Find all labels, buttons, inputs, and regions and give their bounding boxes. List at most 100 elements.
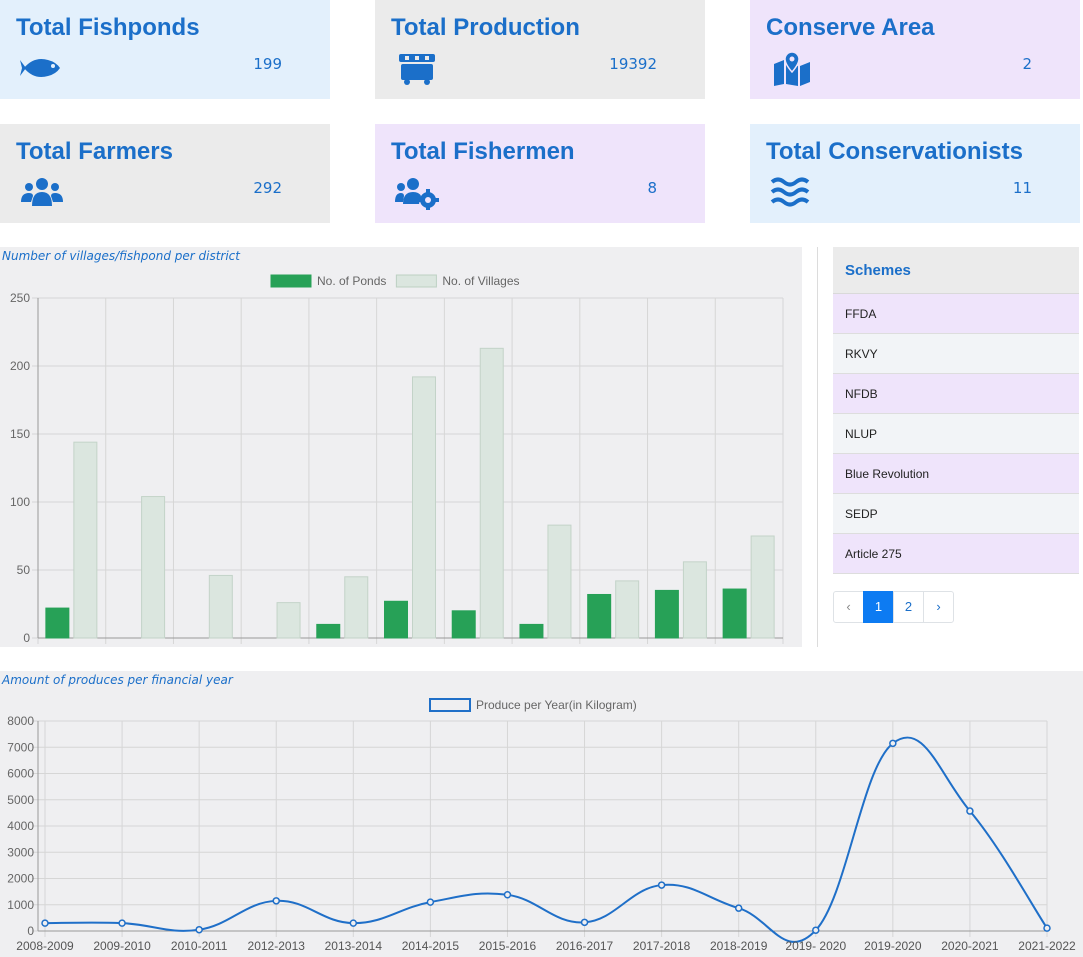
data-point — [41, 919, 49, 927]
bar-villages — [276, 602, 301, 639]
scheme-item[interactable]: NFDB — [833, 374, 1079, 414]
bar-villages — [479, 347, 504, 639]
bar-ponds — [45, 607, 70, 639]
legend-label: Produce per Year(in Kilogram) — [476, 698, 637, 712]
card-value: 199 — [253, 55, 282, 73]
x-tick-label: Siaha — [734, 646, 765, 647]
x-tick-label: 2010-2011 — [171, 939, 228, 953]
data-point — [118, 919, 126, 927]
card-total-fishermen: Total Fishermen 8 — [375, 124, 705, 223]
x-tick-label: 2008-2009 — [16, 939, 74, 953]
x-tick-label: 2012-2013 — [248, 939, 306, 953]
x-tick-label: 2013-2014 — [325, 939, 383, 953]
pagination-page-2[interactable]: 2 — [893, 591, 924, 623]
bar-chart: No. of Ponds No. of Villages 0 50 100 150 200 2… — [10, 274, 784, 647]
x-tick-label: Saitual — [595, 646, 632, 647]
bar-ponds — [316, 623, 341, 639]
map-location-icon — [774, 51, 810, 86]
scheme-item[interactable]: RKVY — [833, 334, 1079, 374]
card-title: Total Fishermen — [391, 138, 575, 165]
dumpster-icon — [399, 54, 435, 85]
pagination-page-1[interactable]: 1 — [863, 591, 894, 623]
bar-ponds — [654, 589, 679, 639]
scheme-item[interactable]: Blue Revolution — [833, 454, 1079, 494]
bar-villages — [615, 580, 640, 639]
bar-ponds — [722, 588, 747, 639]
y-tick-label: 250 — [10, 291, 30, 305]
y-tick-label: 5000 — [7, 793, 34, 807]
y-tick-label: 100 — [10, 495, 30, 509]
bar-ponds — [519, 623, 544, 639]
y-tick-label: 3000 — [7, 845, 34, 859]
x-tick-label: Serchhip — [658, 646, 706, 647]
card-title: Conserve Area — [766, 14, 935, 41]
pagination-prev[interactable]: ‹ — [833, 591, 864, 623]
x-tick-label: 2019- 2020 — [785, 939, 846, 953]
y-tick-label: 8000 — [7, 714, 34, 728]
data-point — [349, 919, 358, 927]
y-tick-label: 4000 — [7, 819, 34, 833]
x-tick-label: Aizawl — [55, 646, 90, 647]
data-point — [889, 739, 897, 748]
divider — [817, 247, 818, 647]
x-tick-label: Lunglei — [459, 646, 498, 647]
card-value: 292 — [253, 179, 282, 197]
data-point — [1043, 924, 1051, 932]
x-tick-label: Khawzawl — [248, 646, 302, 647]
bar-villages — [412, 376, 436, 639]
bar-villages — [141, 496, 166, 639]
card-conserve-area: Conserve Area 2 — [750, 0, 1080, 99]
x-tick-label: 2015-2016 — [479, 939, 537, 953]
x-tick-label: 2021-2022 — [1018, 939, 1076, 953]
users-cog-icon — [395, 178, 439, 210]
card-value: 19392 — [609, 55, 657, 73]
x-tick-label: 2016-2017 — [556, 939, 614, 953]
x-tick-label: Champhai — [112, 646, 167, 647]
bar-villages — [73, 441, 98, 639]
card-value: 8 — [647, 179, 657, 197]
bar-villages — [750, 535, 775, 639]
data-point — [195, 925, 203, 934]
fish-icon — [20, 59, 60, 77]
card-total-production: Total Production 19392 — [375, 0, 705, 99]
x-tick-label: Kolasib — [323, 646, 363, 647]
x-tick-label: 2014-2015 — [402, 939, 460, 953]
x-tick-label: 2009-2010 — [93, 939, 151, 953]
line-chart-panel: Amount of produces per financial year Pr… — [0, 671, 1083, 957]
data-point — [580, 918, 589, 927]
y-tick-label: 50 — [17, 563, 31, 577]
x-tick-label: 2017-2018 — [633, 939, 691, 953]
y-tick-label: 0 — [23, 631, 30, 645]
bar-villages — [682, 561, 707, 639]
bar-villages — [208, 574, 233, 639]
bar-villages — [547, 524, 572, 639]
card-total-farmers: Total Farmers 292 — [0, 124, 330, 223]
data-point — [812, 926, 820, 934]
card-value: 11 — [1012, 179, 1032, 197]
bar-chart-panel: Number of villages/fishpond per district… — [0, 247, 802, 647]
y-tick-label: 2000 — [7, 872, 34, 886]
card-total-fishponds: Total Fishponds 199 — [0, 0, 330, 99]
users-icon — [21, 178, 63, 206]
scheme-item[interactable]: SEDP — [833, 494, 1079, 534]
y-tick-label: 1000 — [7, 898, 34, 912]
pagination-next[interactable]: › — [923, 591, 954, 623]
pagination: ‹ 1 2 › — [833, 591, 954, 623]
x-tick-label: 2019-2020 — [864, 939, 922, 953]
bar-ponds — [587, 593, 612, 639]
bar-villages — [344, 576, 369, 639]
x-tick-label: 2020-2021 — [941, 939, 999, 953]
scheme-item[interactable]: NLUP — [833, 414, 1079, 454]
card-title: Total Fishponds — [16, 14, 200, 41]
y-tick-label: 200 — [10, 359, 30, 373]
card-title: Total Farmers — [16, 138, 173, 165]
scheme-item[interactable]: FFDA — [833, 294, 1079, 334]
y-tick-label: 7000 — [7, 740, 34, 754]
y-tick-label: 150 — [10, 427, 30, 441]
y-tick-label: 6000 — [7, 767, 34, 781]
legend-swatch — [270, 274, 312, 288]
legend-swatch — [429, 698, 471, 712]
y-tick-label: 0 — [27, 924, 34, 938]
scheme-item[interactable]: Article 275 — [833, 534, 1079, 574]
card-value: 2 — [1022, 55, 1032, 73]
